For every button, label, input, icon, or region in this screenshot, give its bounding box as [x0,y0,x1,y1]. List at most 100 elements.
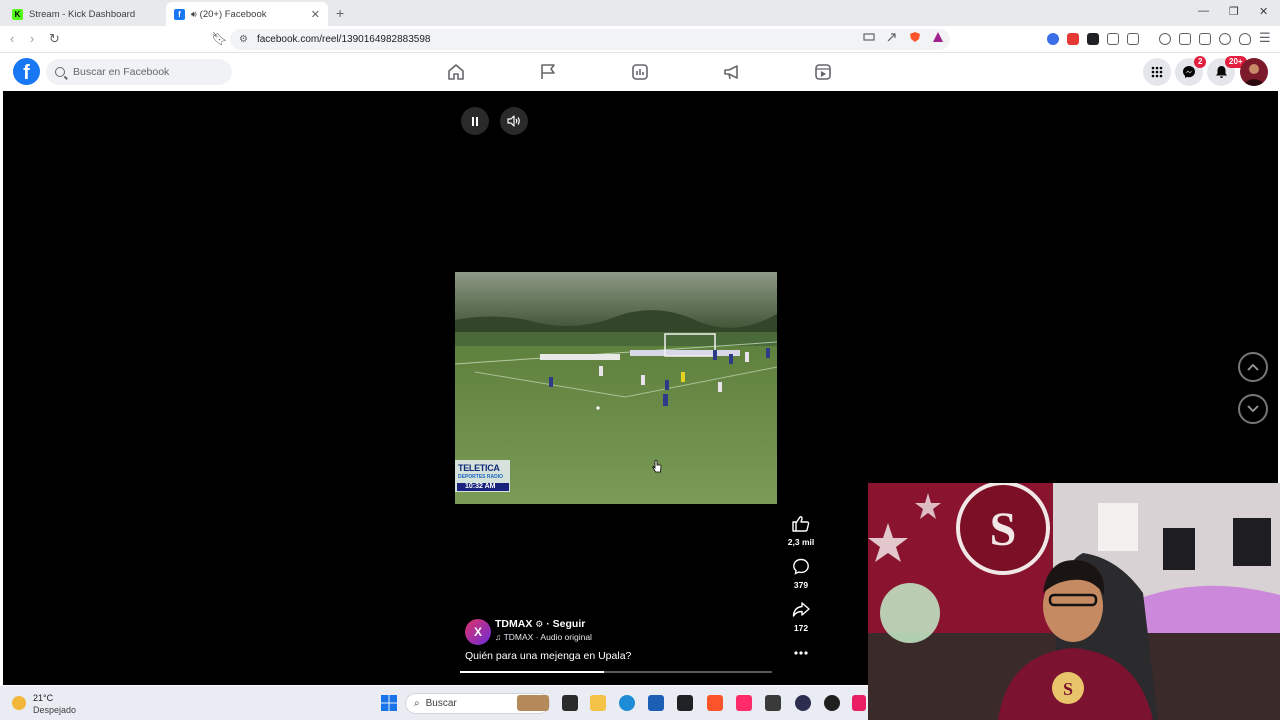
audio-source[interactable]: TDMAX · Audio original [504,632,592,642]
brave-icon[interactable] [707,695,723,711]
follow-button[interactable]: · Seguir [546,618,585,630]
grid-icon [1151,66,1163,78]
reel-video[interactable]: TELETICA DEPORTES RADIO 10:32 AM [455,272,777,504]
broadcast-time: 10:32 AM [465,483,496,490]
home-icon[interactable] [446,62,466,82]
app-arrow-icon[interactable] [795,695,811,711]
kick-icon: K [12,8,23,20]
shares-count: 172 [793,623,809,633]
share-arrow-icon [792,602,810,617]
messenger-badge: 2 [1194,56,1207,68]
comment-icon [793,558,809,575]
search-highlight-icon[interactable] [517,695,549,711]
avatar [1244,64,1264,86]
close-tab-icon[interactable]: ✕ [311,8,320,21]
video-icon[interactable] [630,62,650,82]
tab-facebook[interactable]: f 🔊︎ (20+) Facebook ✕ [166,2,328,26]
facebook-logo-letter: f [23,62,30,84]
chevron-up-icon [1247,363,1259,371]
marketplace-megaphone-icon[interactable] [722,62,742,82]
install-app-icon[interactable] [863,31,875,43]
file-explorer-icon[interactable] [590,695,606,711]
brave-shield-icon[interactable] [909,31,921,43]
profile-avatar[interactable] [1240,58,1268,86]
channel-brand: TELETICA [458,463,500,473]
comment-action[interactable]: 379 [785,558,817,590]
windows-start-icon[interactable] [381,695,397,711]
author-name[interactable]: TDMAX [495,618,532,630]
app-launcher-icon[interactable] [765,695,781,711]
address-bar[interactable]: ⚙︎ facebook.com/reel/1390164982883598 [230,29,950,50]
close-window-button[interactable]: ✕ [1259,5,1268,18]
reel-caption: Quién para una mejenga en Upala? [465,650,632,662]
speaker-icon [507,115,520,127]
speaker-icon[interactable]: 🔊︎ [191,9,197,20]
snip-tool-icon[interactable] [852,695,866,711]
share-action[interactable]: 172 [785,601,817,633]
back-button[interactable]: ‹ [10,31,14,46]
sidebar-icon[interactable] [1179,33,1191,45]
tab-title: Stream - Kick Dashboard [29,8,136,20]
site-info-icon[interactable]: ⚙︎ [239,34,248,45]
video-frame [455,272,777,504]
new-tab-button[interactable]: + [336,5,344,21]
bookmark-icon[interactable]: 🔖︎ [211,31,228,47]
facebook-logo[interactable]: f [13,58,40,85]
leo-ai-icon[interactable] [1219,33,1231,45]
svg-text:S: S [990,503,1017,556]
url-text: facebook.com/reel/1390164982883598 [256,34,431,45]
more-dots-icon [794,651,808,655]
menu-grid-button[interactable] [1143,58,1171,86]
vpn-shield-icon[interactable] [1239,33,1251,45]
browser-tab-strip: K Stream - Kick Dashboard f 🔊︎ (20+) Fac… [0,0,1280,26]
search-input[interactable] [73,66,223,78]
media-control-icon[interactable] [1159,33,1171,45]
search-icon [55,67,65,77]
pages-flag-icon[interactable] [538,62,558,82]
pause-button[interactable] [461,107,489,135]
edge-icon[interactable] [619,695,635,711]
minimize-button[interactable]: — [1198,5,1209,17]
wallet-icon[interactable] [1199,33,1211,45]
task-view-icon[interactable] [562,695,578,711]
likes-count: 2,3 mil [787,537,815,547]
reload-button[interactable]: ↻ [49,31,60,47]
share-icon[interactable] [886,31,898,43]
weather-temperature: 21°C [33,693,54,703]
streamer-webcam: S S [868,483,1280,720]
windows-taskbar: 21°C Despejado ⌕ Buscar [0,686,868,720]
reels-icon[interactable] [813,62,833,82]
extension-1-icon[interactable] [1047,33,1059,45]
brave-rewards-icon[interactable] [932,31,944,43]
author-avatar[interactable]: X [465,619,491,645]
hand-cursor-icon [652,460,662,473]
obs-icon[interactable] [824,695,840,711]
extension-4-icon[interactable] [1127,33,1139,45]
outlook-icon[interactable] [648,695,664,711]
forward-button[interactable]: › [30,31,34,46]
extension-3-icon[interactable] [1087,33,1099,45]
reel-progress-fill [460,671,604,673]
tab-kick-dashboard[interactable]: K Stream - Kick Dashboard [4,2,166,26]
bell-icon [1215,66,1227,78]
moon-icon [12,696,26,710]
verified-icon: ⚙︎ [535,619,544,629]
puzzle-extensions-icon[interactable] [1107,33,1119,45]
facebook-header: f 2 20+ [0,54,1280,90]
tiktok-icon[interactable] [736,695,752,711]
extension-2-icon[interactable] [1067,33,1079,45]
volume-button[interactable] [500,107,528,135]
more-options-button[interactable] [785,644,817,658]
browser-toolbar: ‹ › ↻ 🔖︎ ⚙︎ facebook.com/reel/1390164982… [0,26,1280,53]
like-action[interactable]: 2,3 mil [785,515,817,547]
reel-progress-bar[interactable] [460,671,772,673]
next-reel-button[interactable] [1238,394,1268,424]
restore-button[interactable]: ❐ [1229,5,1239,18]
tab-title: (20+) Facebook [199,8,267,20]
facebook-search[interactable] [46,59,232,85]
capcut-icon[interactable] [677,695,693,711]
weather-condition: Despejado [33,705,77,715]
music-note-icon: ♫ [495,632,502,642]
menu-icon[interactable]: ☰ [1259,30,1271,46]
previous-reel-button[interactable] [1238,352,1268,382]
